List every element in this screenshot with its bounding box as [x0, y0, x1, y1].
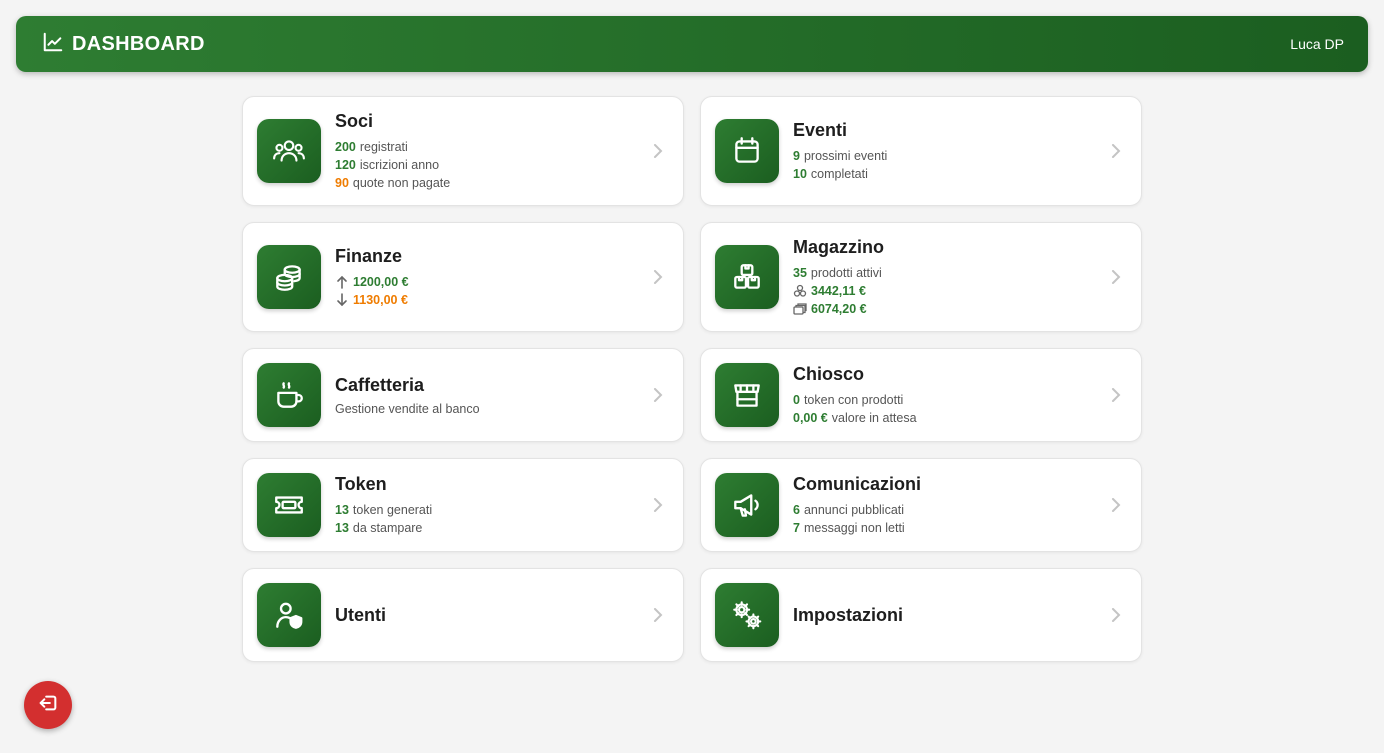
page-title: DASHBOARD	[72, 32, 205, 55]
stat-label: quote non pagate	[352, 175, 451, 190]
users-icon	[257, 119, 321, 183]
sale-value: 6074,20 €	[811, 301, 867, 316]
coffee-cup-icon	[257, 363, 321, 427]
chevron-right-icon	[654, 608, 663, 622]
card-title: Finanze	[335, 245, 403, 266]
card-title: Token	[335, 473, 387, 494]
stat-line: 90 quote non pagate	[335, 174, 669, 192]
chevron-right-icon	[654, 144, 663, 158]
arrow-up-icon	[337, 275, 347, 289]
stat-line: 7 messaggi non letti	[793, 519, 1127, 537]
stat-line: 6 annunci pubblicati	[793, 501, 1127, 519]
card-title: Utenti	[335, 604, 386, 625]
card-title: Chiosco	[793, 363, 865, 384]
card-title: Soci	[335, 110, 374, 131]
chevron-right-icon	[1112, 498, 1121, 512]
logout-button[interactable]	[24, 681, 72, 729]
stat-label: prodotti attivi	[810, 265, 882, 280]
stat-line: 200 registrati	[335, 138, 669, 156]
stat-line: 0 token con prodotti	[793, 391, 1127, 409]
stat-value: 10	[793, 166, 807, 181]
card-token[interactable]: Token 13 token generati 13 da stampare	[242, 458, 684, 552]
stat-value: 200	[335, 139, 356, 154]
stat-value: 9	[793, 148, 800, 163]
stock-value-line: 3442,11 €	[793, 282, 1127, 300]
stat-value: 120	[335, 157, 356, 172]
stat-value: 13	[335, 520, 349, 535]
chevron-right-icon	[654, 270, 663, 284]
dashboard-grid: Soci 200 registrati 120 iscrizioni anno 90…	[242, 96, 1142, 662]
card-caffetteria[interactable]: Caffetteria Gestione vendite al banco	[242, 348, 684, 442]
chevron-right-icon	[1112, 608, 1121, 622]
chart-line-icon	[42, 31, 64, 58]
card-title: Impostazioni	[793, 604, 904, 625]
cash-stack-icon	[793, 302, 807, 315]
stock-value: 3442,11 €	[811, 283, 866, 298]
stat-label: token generati	[352, 502, 433, 517]
coins-icon	[257, 245, 321, 309]
calendar-icon	[715, 119, 779, 183]
chevron-right-icon	[654, 388, 663, 402]
stat-label: completati	[810, 166, 868, 181]
card-comunicazioni[interactable]: Comunicazioni 6 annunci pubblicati 7 messa…	[700, 458, 1142, 552]
stat-value: 90	[335, 175, 349, 190]
card-title: Eventi	[793, 119, 848, 140]
stat-label: da stampare	[352, 520, 423, 535]
card-chiosco[interactable]: Chiosco 0 token con prodotti 0,00 € valore…	[700, 348, 1142, 442]
expense-line: 1130,00 €	[335, 291, 669, 309]
app-header: DASHBOARD Luca DP	[16, 16, 1368, 72]
card-title: Caffetteria	[335, 374, 425, 395]
logout-icon	[37, 692, 59, 719]
stat-label: annunci pubblicati	[803, 502, 905, 517]
user-name[interactable]: Luca DP	[1290, 36, 1344, 52]
user-shield-icon	[257, 583, 321, 647]
card-title: Magazzino	[793, 236, 885, 257]
stat-line: 13 token generati	[335, 501, 669, 519]
expense-value: 1130,00 €	[353, 292, 408, 307]
stat-line: 35 prodotti attivi	[793, 264, 1127, 282]
stat-line: 10 completati	[793, 165, 1127, 183]
stat-line: 13 da stampare	[335, 519, 669, 537]
card-finanze[interactable]: Finanze 1200,00 € 1130,00 €	[242, 222, 684, 332]
card-eventi[interactable]: Eventi 9 prossimi eventi 10 completati	[700, 96, 1142, 206]
income-line: 1200,00 €	[335, 273, 669, 291]
card-magazzino[interactable]: Magazzino 35 prodotti attivi 3442,11 € 60…	[700, 222, 1142, 332]
stat-value: 7	[793, 520, 800, 535]
stat-line: 0,00 € valore in attesa	[793, 409, 1127, 427]
stat-label: prossimi eventi	[803, 148, 888, 163]
arrow-down-icon	[337, 292, 347, 306]
stat-label: messaggi non letti	[803, 520, 905, 535]
card-title: Comunicazioni	[793, 473, 922, 494]
card-impostazioni[interactable]: Impostazioni	[700, 568, 1142, 662]
ticket-icon	[257, 473, 321, 537]
card-description: Gestione vendite al banco	[335, 401, 480, 416]
shop-icon	[715, 363, 779, 427]
boxes-icon	[715, 245, 779, 309]
stat-value: 35	[793, 265, 807, 280]
stat-line: 120 iscrizioni anno	[335, 156, 669, 174]
stat-line: 9 prossimi eventi	[793, 147, 1127, 165]
income-value: 1200,00 €	[353, 274, 409, 289]
chevron-right-icon	[1112, 144, 1121, 158]
chevron-right-icon	[1112, 270, 1121, 284]
stat-label: valore in attesa	[831, 410, 917, 425]
stat-label: iscrizioni anno	[359, 157, 440, 172]
chevron-right-icon	[654, 498, 663, 512]
stat-value: 6	[793, 502, 800, 517]
gears-icon	[715, 583, 779, 647]
stat-value: 0	[793, 392, 800, 407]
stat-value: 13	[335, 502, 349, 517]
stat-label: token con prodotti	[803, 392, 904, 407]
brand: DASHBOARD	[42, 31, 205, 58]
sale-value-line: 6074,20 €	[793, 300, 1127, 318]
stat-value: 0,00 €	[793, 410, 828, 425]
card-soci[interactable]: Soci 200 registrati 120 iscrizioni anno 90…	[242, 96, 684, 206]
card-utenti[interactable]: Utenti	[242, 568, 684, 662]
chevron-right-icon	[1112, 388, 1121, 402]
stat-label: registrati	[359, 139, 408, 154]
cubes-icon	[793, 284, 807, 297]
megaphone-icon	[715, 473, 779, 537]
